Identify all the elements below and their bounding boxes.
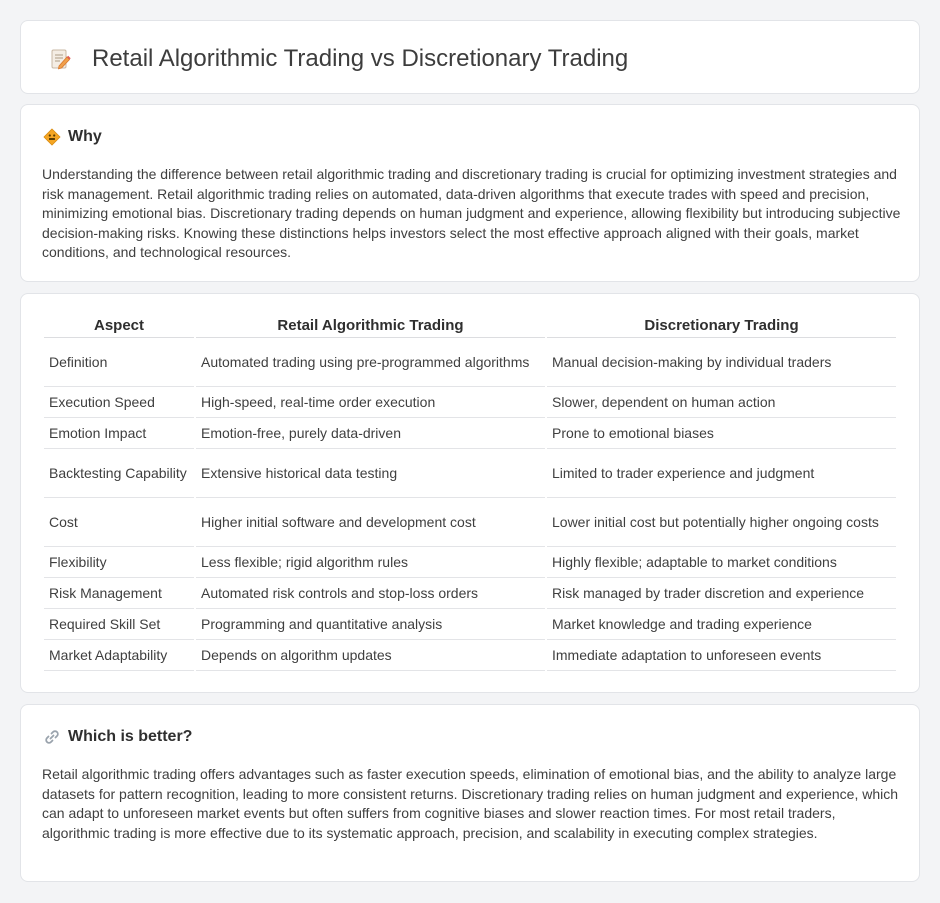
table-row: Risk Management Automated risk controls … [44,578,896,609]
discretionary-cell: Immediate adaptation to unforeseen event… [547,640,896,671]
discretionary-cell: Prone to emotional biases [547,418,896,449]
table-row: Execution Speed High-speed, real-time or… [44,387,896,418]
table-row: Definition Automated trading using pre-p… [44,338,896,387]
discretionary-cell: Slower, dependent on human action [547,387,896,418]
table-row: Backtesting Capability Extensive histori… [44,449,896,498]
table-row: Emotion Impact Emotion-free, purely data… [44,418,896,449]
aspect-cell: Emotion Impact [44,418,194,449]
algorithmic-cell: Emotion-free, purely data-driven [196,418,545,449]
why-section: Why Understanding the difference between… [20,104,920,282]
header-algorithmic: Retail Algorithmic Trading [196,314,545,338]
discretionary-cell: Limited to trader experience and judgmen… [547,449,896,498]
header-card: Retail Algorithmic Trading vs Discretion… [20,20,920,94]
aspect-cell: Execution Speed [44,387,194,418]
algorithmic-cell: High-speed, real-time order execution [196,387,545,418]
table-header-row: Aspect Retail Algorithmic Trading Discre… [44,314,896,338]
better-heading: Which is better? [43,727,192,747]
why-title: Why [68,128,102,145]
table-row: Required Skill Set Programming and quant… [44,609,896,640]
table-row: Flexibility Less flexible; rigid algorit… [44,547,896,578]
algorithmic-cell: Programming and quantitative analysis [196,609,545,640]
comparison-table: Aspect Retail Algorithmic Trading Discre… [42,314,898,671]
aspect-cell: Flexibility [44,547,194,578]
header-aspect: Aspect [44,314,194,338]
better-text: Retail algorithmic trading offers advant… [42,766,899,841]
aspect-cell: Required Skill Set [44,609,194,640]
algorithmic-cell: Automated risk controls and stop-loss or… [196,578,545,609]
aspect-cell: Backtesting Capability [44,449,194,498]
header-discretionary: Discretionary Trading [547,314,896,338]
comparison-table-card: Aspect Retail Algorithmic Trading Discre… [20,293,920,693]
algorithmic-cell: Automated trading using pre-programmed a… [196,338,545,387]
why-heading: Why [43,127,102,147]
aspect-cell: Definition [44,338,194,387]
table-row: Cost Higher initial software and develop… [44,498,896,547]
which-is-better-section: Which is better? Retail algorithmic trad… [20,704,920,882]
algorithmic-cell: Depends on algorithm updates [196,640,545,671]
discretionary-cell: Risk managed by trader discretion and ex… [547,578,896,609]
diamond-sign-icon [43,128,61,146]
link-icon [43,728,61,746]
algorithmic-cell: Extensive historical data testing [196,449,545,498]
page-title: Retail Algorithmic Trading vs Discretion… [92,45,629,72]
discretionary-cell: Manual decision-making by individual tra… [547,338,896,387]
aspect-cell: Risk Management [44,578,194,609]
table-row: Market Adaptability Depends on algorithm… [44,640,896,671]
algorithmic-cell: Higher initial software and development … [196,498,545,547]
algorithmic-cell: Less flexible; rigid algorithm rules [196,547,545,578]
document-edit-icon [48,47,72,71]
aspect-cell: Cost [44,498,194,547]
why-text: Understanding the difference between ret… [42,166,901,261]
discretionary-cell: Market knowledge and trading experience [547,609,896,640]
discretionary-cell: Highly flexible; adaptable to market con… [547,547,896,578]
aspect-cell: Market Adaptability [44,640,194,671]
discretionary-cell: Lower initial cost but potentially highe… [547,498,896,547]
better-title: Which is better? [68,728,193,745]
